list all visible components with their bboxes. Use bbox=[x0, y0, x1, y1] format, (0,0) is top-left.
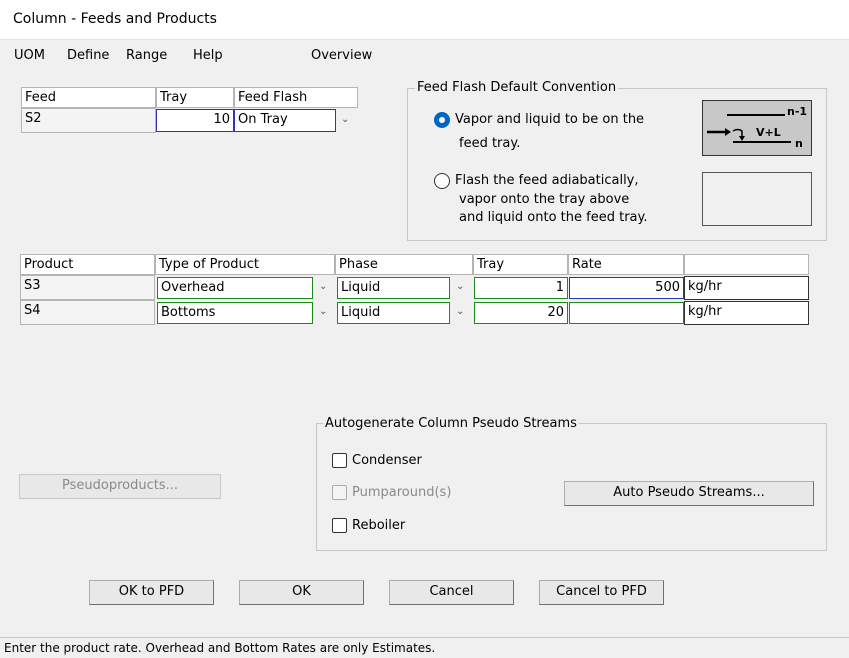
feed-tray-input[interactable]: 10 bbox=[156, 109, 234, 132]
product-tray-input[interactable]: 1 bbox=[474, 277, 568, 299]
type-header: Type of Product bbox=[155, 254, 335, 275]
window-title: Column - Feeds and Products bbox=[13, 11, 217, 27]
product-rate-input[interactable] bbox=[569, 302, 684, 324]
cancel-button[interactable]: Cancel bbox=[389, 580, 514, 605]
product-tray-input[interactable]: 20 bbox=[474, 302, 568, 324]
menu-define[interactable]: Define bbox=[67, 48, 109, 63]
feed-name-cell: S2 bbox=[21, 108, 156, 133]
feed-flash-header: Feed Flash bbox=[234, 87, 358, 108]
product-name-cell: S4 bbox=[20, 300, 155, 325]
chevron-down-icon[interactable]: ⌄ bbox=[341, 114, 349, 125]
option2-line3: and liquid onto the feed tray. bbox=[459, 210, 648, 225]
phase-header: Phase bbox=[335, 254, 473, 275]
menu-bar: UOM Define Range Help Overview bbox=[0, 40, 849, 70]
diagram-bottom-label: n bbox=[795, 137, 803, 150]
auto-pseudo-streams-button[interactable]: Auto Pseudo Streams... bbox=[564, 481, 814, 506]
product-rate-input[interactable]: 500 bbox=[569, 277, 684, 299]
reboiler-label: Reboiler bbox=[352, 518, 406, 533]
feed-tray-diagram-icon: n-1 V+L n bbox=[702, 100, 812, 156]
product-type-select[interactable]: Bottoms bbox=[157, 302, 313, 324]
menu-uom[interactable]: UOM bbox=[14, 48, 45, 63]
product-units-cell: kg/hr bbox=[684, 276, 809, 300]
title-bar: Column - Feeds and Products bbox=[0, 0, 849, 40]
tray-header: Tray bbox=[473, 254, 568, 275]
feed-tray-header: Tray bbox=[156, 87, 234, 108]
diagram-top-label: n-1 bbox=[787, 105, 808, 118]
feed-flash-select[interactable]: On Tray bbox=[234, 109, 336, 132]
radio-vapor-liquid-on-tray[interactable] bbox=[434, 112, 450, 128]
option2-line1: Flash the feed adiabatically, bbox=[455, 173, 639, 188]
condenser-label: Condenser bbox=[352, 453, 422, 468]
reboiler-checkbox[interactable] bbox=[332, 518, 347, 533]
product-header: Product bbox=[20, 254, 155, 275]
chevron-down-icon[interactable]: ⌄ bbox=[319, 281, 327, 292]
product-units-cell: kg/hr bbox=[684, 301, 809, 325]
pumparound-checkbox[interactable] bbox=[332, 485, 347, 500]
cancel-to-pfd-button[interactable]: Cancel to PFD bbox=[539, 580, 664, 605]
status-text: Enter the product rate. Overhead and Bot… bbox=[4, 641, 436, 655]
menu-overview[interactable]: Overview bbox=[311, 48, 372, 63]
rate-header: Rate bbox=[568, 254, 684, 275]
status-bar: Enter the product rate. Overhead and Bot… bbox=[0, 637, 849, 658]
diagram-mid-label: V+L bbox=[756, 126, 781, 139]
option1-line1: Vapor and liquid to be on the bbox=[455, 112, 645, 127]
pseudo-streams-title: Autogenerate Column Pseudo Streams bbox=[323, 416, 579, 431]
menu-help[interactable]: Help bbox=[193, 48, 223, 63]
product-phase-select[interactable]: Liquid bbox=[337, 302, 450, 324]
units-header bbox=[684, 254, 809, 275]
pumparound-label: Pumparound(s) bbox=[352, 485, 452, 500]
ok-button[interactable]: OK bbox=[239, 580, 364, 605]
ok-to-pfd-button[interactable]: OK to PFD bbox=[89, 580, 214, 605]
menu-range[interactable]: Range bbox=[126, 48, 167, 63]
product-type-select[interactable]: Overhead bbox=[157, 277, 313, 299]
option1-line2: feed tray. bbox=[459, 136, 521, 151]
condenser-checkbox[interactable] bbox=[332, 453, 347, 468]
pseudoproducts-button[interactable]: Pseudoproducts... bbox=[19, 474, 221, 499]
feed-header: Feed bbox=[21, 87, 156, 108]
product-phase-select[interactable]: Liquid bbox=[337, 277, 450, 299]
product-name-cell: S3 bbox=[20, 275, 155, 300]
chevron-down-icon[interactable]: ⌄ bbox=[456, 306, 464, 317]
chevron-down-icon[interactable]: ⌄ bbox=[456, 281, 464, 292]
flash-diagram-placeholder bbox=[702, 172, 812, 226]
flash-convention-title: Feed Flash Default Convention bbox=[415, 80, 619, 95]
chevron-down-icon[interactable]: ⌄ bbox=[319, 306, 327, 317]
radio-flash-adiabatically[interactable] bbox=[434, 173, 450, 189]
option2-line2: vapor onto the tray above bbox=[459, 192, 630, 207]
